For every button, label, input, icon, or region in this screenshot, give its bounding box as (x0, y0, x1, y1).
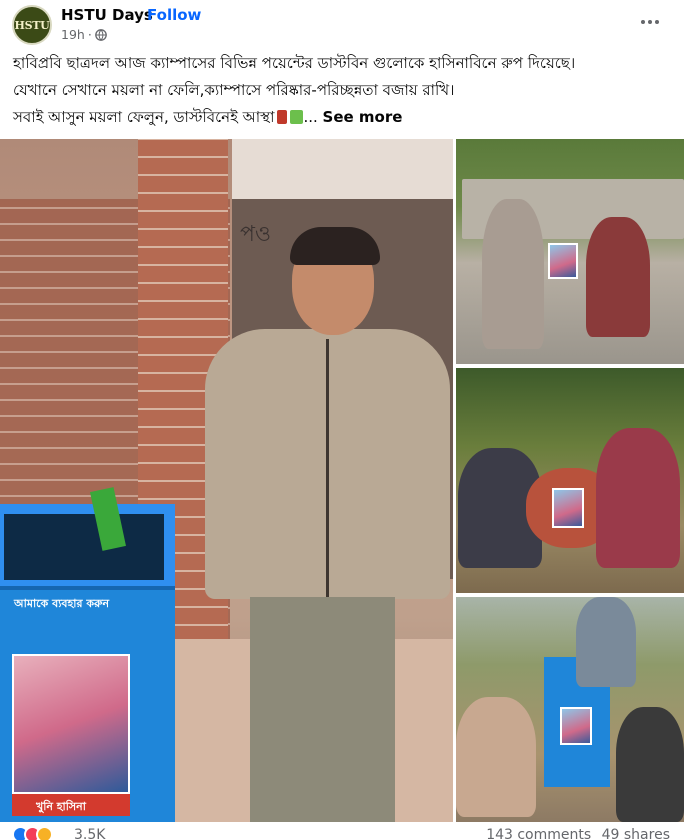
globe-icon (94, 28, 107, 41)
reaction-count[interactable]: 3.5K (74, 827, 105, 840)
reaction-icons[interactable] (12, 826, 53, 840)
photo-main[interactable]: পও আমাকে ব্যবহার করুন খুনি হাসিনা (0, 139, 453, 822)
photo-right-3[interactable] (456, 597, 684, 822)
haha-icon (36, 826, 53, 840)
bin-poster-3 (560, 707, 592, 745)
caption-line-2: যেখানে সেখানে ময়লা না ফেলি,ক্যাম্পাসে প… (13, 81, 455, 99)
caption-line-1: হাবিপ্রবি ছাত্রদল আজ ক্যাম্পাসের বিভিন্ন… (13, 54, 576, 72)
recycle-emoji-icon (290, 110, 304, 124)
caption-line-3-text: সবাই আসুন ময়লা ফেলুন, ডাস্টবিনেই আস্থা (13, 108, 275, 126)
poster-caption: খুনি হাসিনা (36, 800, 86, 813)
dustbin-label: আমাকে ব্যবহার করুন (14, 597, 110, 610)
bin-poster-2 (552, 488, 584, 528)
post-meta: 19h · (61, 27, 107, 42)
person-pants (250, 597, 395, 822)
dustbin-poster (12, 654, 130, 794)
person-left (482, 199, 544, 349)
facebook-post: HSTU HSTU Days · Follow 19h · হাবিপ্রবি … (0, 0, 684, 840)
post-header: HSTU HSTU Days · Follow 19h · (0, 0, 684, 46)
caption-line-3: সবাই আসুন ময়লা ফেলুন, ডাস্টবিনেই আস্থা.… (13, 104, 673, 131)
bin-poster-1 (548, 243, 578, 279)
photo-grid: পও আমাকে ব্যবহার করুন খুনি হাসিনা (0, 139, 684, 822)
shares-count[interactable]: 49 shares (602, 827, 670, 840)
photo-right-2[interactable] (456, 368, 684, 593)
person-right (596, 428, 680, 568)
post-time[interactable]: 19h (61, 27, 85, 42)
jacket-zip (326, 339, 329, 599)
page-avatar[interactable]: HSTU (12, 5, 52, 45)
person-crouching (456, 697, 536, 817)
post-stats: 143 comments 49 shares (486, 827, 670, 840)
person-right (616, 707, 684, 822)
see-more-link[interactable]: See more (323, 108, 403, 126)
person-right (586, 217, 650, 337)
person-hair (290, 227, 380, 265)
wall-top (232, 139, 453, 199)
post-footer: 3.5K 143 comments 49 shares (0, 822, 684, 840)
more-options-icon[interactable] (640, 12, 660, 32)
comments-count[interactable]: 143 comments (486, 827, 591, 840)
caption-ellipsis: ... (303, 108, 318, 126)
follow-button[interactable]: Follow (147, 6, 201, 24)
post-caption: হাবিপ্রবি ছাত্রদল আজ ক্যাম্পাসের বিভিন্ন… (13, 50, 673, 131)
avatar-text: HSTU (14, 18, 50, 32)
photo-right-1[interactable] (456, 139, 684, 364)
dustbin-opening (4, 514, 164, 580)
trash-emoji-icon (277, 110, 288, 124)
door-sign-text: পও (240, 222, 272, 247)
person-standing (576, 597, 636, 687)
name-separator: · (138, 6, 143, 24)
time-separator: · (87, 27, 92, 42)
